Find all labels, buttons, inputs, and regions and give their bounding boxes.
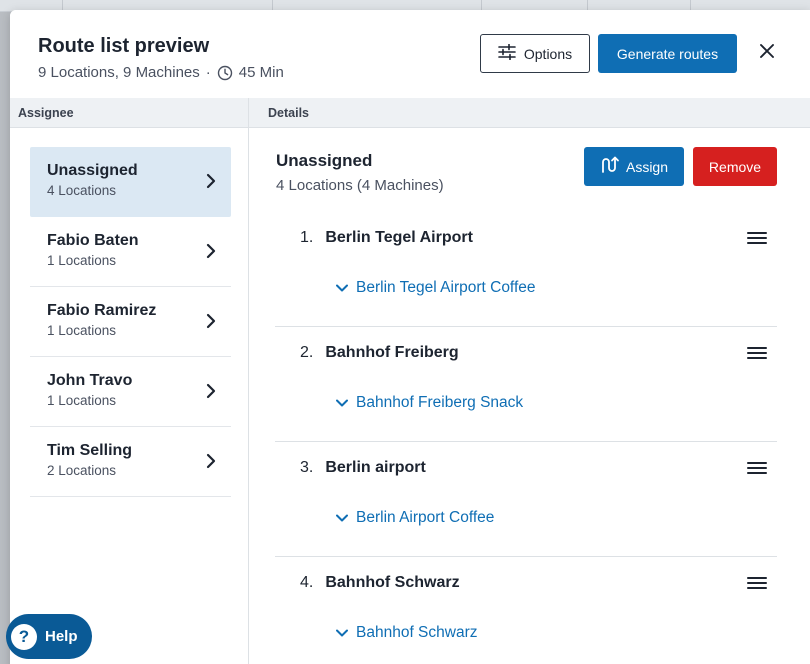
- help-label: Help: [45, 628, 78, 645]
- assignee-item-fabio-ramirez[interactable]: Fabio Ramirez 1 Locations: [30, 287, 231, 357]
- close-button[interactable]: [754, 40, 780, 66]
- stop-number: 4.: [300, 574, 314, 591]
- stop-name: Bahnhof Freiberg: [325, 344, 459, 361]
- chevron-down-icon: [336, 284, 348, 292]
- machine-name: Berlin Airport Coffee: [356, 509, 495, 526]
- help-button[interactable]: ? Help: [6, 614, 92, 659]
- route-stop-list: 1. Berlin Tegel Airport Berlin Tegel Air…: [275, 212, 777, 664]
- machine-expand-toggle[interactable]: Berlin Airport Coffee: [336, 509, 494, 527]
- assignee-name: John Travo: [47, 372, 133, 389]
- details-column-header: Details: [249, 98, 810, 128]
- assignee-name: Fabio Baten: [47, 232, 139, 249]
- details-subtitle: 4 Locations (4 Machines): [276, 177, 444, 194]
- machine-expand-toggle[interactable]: Berlin Tegel Airport Coffee: [336, 279, 536, 297]
- stop-name: Berlin Tegel Airport: [325, 229, 473, 246]
- assignee-column-header: Assignee: [10, 98, 248, 128]
- subtitle-locations: 9 Locations, 9 Machines: [38, 64, 200, 81]
- route-stop: 2. Bahnhof Freiberg Bahnhof Freiberg Sna…: [275, 327, 777, 442]
- subtitle-duration: 45 Min: [238, 64, 284, 81]
- chevron-down-icon: [336, 399, 348, 407]
- route-stop: 3. Berlin airport Berlin Airport Coffee: [275, 442, 777, 557]
- assignee-name: Fabio Ramirez: [47, 302, 157, 319]
- assignee-location-count: 2 Locations: [47, 463, 117, 478]
- chevron-right-icon: [206, 173, 216, 189]
- assignee-location-count: 1 Locations: [47, 253, 117, 268]
- chevron-down-icon: [336, 629, 348, 637]
- dialog-subtitle: 9 Locations, 9 Machines · 45 Min: [38, 64, 284, 81]
- assignee-location-count: 4 Locations: [47, 183, 117, 198]
- route-list-preview-dialog: Route list preview 9 Locations, 9 Machin…: [10, 10, 810, 664]
- machine-name: Bahnhof Schwarz: [356, 624, 478, 641]
- assignee-item-unassigned[interactable]: Unassigned 4 Locations: [30, 147, 231, 217]
- assignee-item-fabio-baten[interactable]: Fabio Baten 1 Locations: [30, 217, 231, 287]
- chevron-right-icon: [206, 383, 216, 399]
- chevron-right-icon: [206, 453, 216, 469]
- assignee-location-count: 1 Locations: [47, 323, 117, 338]
- stop-number: 2.: [300, 344, 314, 361]
- stop-number: 3.: [300, 459, 314, 476]
- drag-handle-icon[interactable]: [747, 576, 767, 590]
- clock-icon: [217, 65, 233, 81]
- dialog-title: Route list preview: [38, 35, 210, 57]
- route-stop: 1. Berlin Tegel Airport Berlin Tegel Air…: [275, 212, 777, 327]
- options-label: Options: [523, 45, 573, 62]
- subtitle-separator: ·: [205, 64, 211, 81]
- machine-name: Berlin Tegel Airport Coffee: [356, 279, 536, 296]
- chevron-right-icon: [206, 243, 216, 259]
- sliders-icon: [498, 43, 516, 63]
- options-button[interactable]: Options: [480, 34, 590, 73]
- route-icon: [600, 156, 620, 177]
- chevron-down-icon: [336, 514, 348, 522]
- drag-handle-icon[interactable]: [747, 231, 767, 245]
- stop-name: Bahnhof Schwarz: [325, 574, 460, 591]
- dialog-header: Route list preview 9 Locations, 9 Machin…: [10, 10, 810, 98]
- close-icon: [760, 43, 774, 63]
- details-title: Unassigned: [276, 151, 373, 170]
- assignee-item-john-travo[interactable]: John Travo 1 Locations: [30, 357, 231, 427]
- machine-name: Bahnhof Freiberg Snack: [356, 394, 524, 411]
- assignee-list: Unassigned 4 Locations Fabio Baten 1 Loc…: [30, 147, 231, 497]
- stop-number: 1.: [300, 229, 314, 246]
- assignee-item-tim-selling[interactable]: Tim Selling 2 Locations: [30, 427, 231, 497]
- remove-button[interactable]: Remove: [693, 147, 777, 186]
- stop-name: Berlin airport: [325, 459, 426, 476]
- assign-button[interactable]: Assign: [584, 147, 684, 186]
- machine-expand-toggle[interactable]: Bahnhof Freiberg Snack: [336, 394, 523, 412]
- question-mark-icon: ?: [11, 623, 37, 650]
- route-stop: 4. Bahnhof Schwarz Bahnhof Schwarz: [275, 557, 777, 664]
- generate-routes-button[interactable]: Generate routes: [598, 34, 737, 73]
- assignee-name: Unassigned: [47, 162, 138, 179]
- assignee-name: Tim Selling: [47, 442, 133, 459]
- drag-handle-icon[interactable]: [747, 461, 767, 475]
- machine-expand-toggle[interactable]: Bahnhof Schwarz: [336, 624, 478, 642]
- assignee-location-count: 1 Locations: [47, 393, 117, 408]
- drag-handle-icon[interactable]: [747, 346, 767, 360]
- chevron-right-icon: [206, 313, 216, 329]
- column-divider: [248, 98, 249, 664]
- assign-label: Assign: [625, 158, 669, 175]
